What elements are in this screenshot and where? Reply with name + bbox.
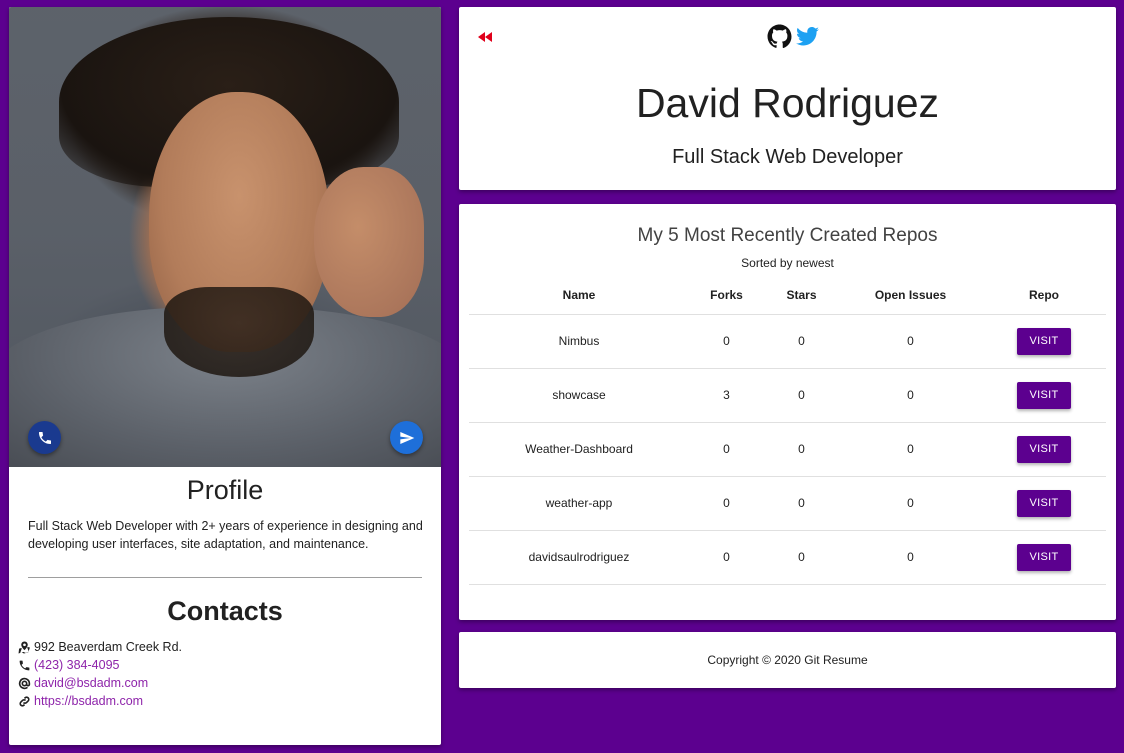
repo-name: weather-app: [469, 476, 689, 531]
page-title: David Rodriguez: [635, 80, 940, 126]
repo-stars: 0: [764, 368, 839, 423]
back-rewind-icon[interactable]: [478, 29, 492, 47]
copyright-text: Copyright © 2020 Git Resume: [707, 653, 868, 667]
profile-card: Profile Full Stack Web Developer with 2+…: [9, 7, 441, 745]
repos-heading: My 5 Most Recently Created Repos: [637, 225, 938, 246]
repo-forks: 0: [689, 530, 764, 585]
table-row: Weather-Dashboard 0 0 0 VISIT: [469, 422, 1106, 477]
footer-card: Copyright © 2020 Git Resume: [459, 632, 1116, 688]
contacts-heading: Contacts: [167, 596, 283, 626]
header-card: David Rodriguez Full Stack Web Developer: [459, 7, 1116, 190]
table-header-row: Name Forks Stars Open Issues Repo: [469, 276, 1106, 315]
table-row: Nimbus 0 0 0 VISIT: [469, 314, 1106, 369]
visit-button[interactable]: VISIT: [1017, 381, 1071, 409]
column-header-repo: Repo: [982, 276, 1106, 315]
repo-forks: 0: [689, 314, 764, 369]
repo-name: Weather-Dashboard: [469, 422, 689, 477]
send-message-button[interactable]: [390, 421, 423, 454]
contact-address: 992 Beaverdam Creek Rd.: [18, 638, 182, 656]
visit-button[interactable]: VISIT: [1017, 327, 1071, 355]
column-header-open-issues: Open Issues: [839, 276, 982, 315]
repo-stars: 0: [764, 530, 839, 585]
table-row: showcase 3 0 0 VISIT: [469, 368, 1106, 423]
column-header-stars: Stars: [764, 276, 839, 315]
profile-heading: Profile: [186, 475, 264, 505]
map-icon: [18, 641, 30, 653]
email-link[interactable]: david@bsdadm.com: [34, 674, 148, 692]
repo-forks: 0: [689, 476, 764, 531]
profile-summary: Full Stack Web Developer with 2+ years o…: [28, 519, 423, 551]
divider: [28, 577, 422, 578]
website-link[interactable]: https://bsdadm.com: [34, 692, 143, 710]
table-row: davidsaulrodriguez 0 0 0 VISIT: [469, 530, 1106, 585]
repo-name: showcase: [469, 368, 689, 423]
repo-forks: 3: [689, 368, 764, 423]
repo-name: davidsaulrodriguez: [469, 530, 689, 585]
repo-open-issues: 0: [839, 476, 982, 531]
contact-email: david@bsdadm.com: [18, 674, 148, 692]
repos-table: Name Forks Stars Open Issues Repo Nimbus…: [469, 276, 1106, 585]
link-icon: [19, 695, 30, 707]
column-header-name: Name: [469, 276, 689, 315]
phone-icon: [38, 431, 51, 444]
at-icon: [18, 677, 31, 689]
table-row: weather-app 0 0 0 VISIT: [469, 476, 1106, 531]
social-links: [767, 24, 820, 49]
call-button[interactable]: [28, 421, 61, 454]
visit-button[interactable]: VISIT: [1017, 435, 1071, 463]
send-icon: [399, 431, 414, 444]
repo-name: Nimbus: [469, 314, 689, 369]
visit-button[interactable]: VISIT: [1017, 543, 1071, 571]
twitter-icon[interactable]: [795, 24, 820, 49]
repo-open-issues: 0: [839, 422, 982, 477]
repo-open-issues: 0: [839, 368, 982, 423]
repo-forks: 0: [689, 422, 764, 477]
phone-small-icon: [19, 660, 30, 670]
column-header-forks: Forks: [689, 276, 764, 315]
repo-stars: 0: [764, 314, 839, 369]
repo-stars: 0: [764, 422, 839, 477]
repo-stars: 0: [764, 476, 839, 531]
repo-open-issues: 0: [839, 530, 982, 585]
visit-button[interactable]: VISIT: [1017, 489, 1071, 517]
phone-link[interactable]: (423) 384-4095: [34, 656, 119, 674]
contact-phone: (423) 384-4095: [18, 656, 119, 674]
repos-card: My 5 Most Recently Created Repos Sorted …: [459, 204, 1116, 620]
job-title: Full Stack Web Developer: [672, 146, 903, 168]
repo-open-issues: 0: [839, 314, 982, 369]
address-text: 992 Beaverdam Creek Rd.: [34, 640, 182, 654]
github-icon[interactable]: [767, 24, 792, 49]
profile-photo: [9, 7, 441, 467]
repos-subtitle: Sorted by newest: [741, 256, 834, 270]
contact-website: https://bsdadm.com: [18, 692, 143, 710]
